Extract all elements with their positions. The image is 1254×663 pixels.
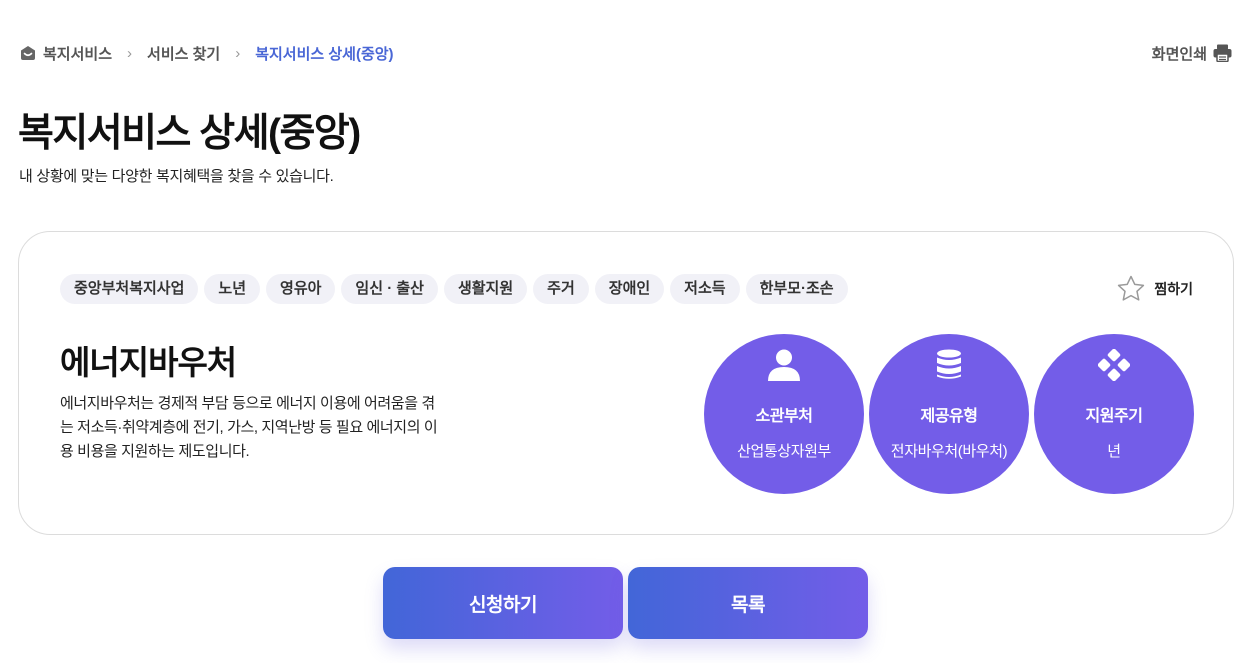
printer-icon xyxy=(1213,44,1232,62)
favorite-button[interactable]: 찜하기 xyxy=(1117,275,1193,302)
service-title: 에너지바우처 xyxy=(60,344,237,381)
tag-infant[interactable]: 영유아 xyxy=(266,274,336,304)
info-label: 소관부처 xyxy=(755,408,813,425)
home-icon xyxy=(21,46,35,60)
service-info-list: 소관부처 산업통상자원부 제공유형 전자바우처(바우처) 지원주기 년 xyxy=(704,334,1194,494)
print-button[interactable]: 화면인쇄 xyxy=(1152,43,1232,64)
page-subtitle: 내 상황에 맞는 다양한 복지혜택을 찾을 수 있습니다. xyxy=(19,168,334,185)
tag-housing[interactable]: 주거 xyxy=(533,274,589,304)
service-card: 중앙부처복지사업 노년 영유아 임신 · 출산 생활지원 주거 장애인 저소득 … xyxy=(18,231,1234,535)
breadcrumb-service-search[interactable]: 서비스 찾기 xyxy=(147,43,220,64)
list-button[interactable]: 목록 xyxy=(628,567,868,639)
tag-living-support[interactable]: 생활지원 xyxy=(443,274,528,304)
person-icon xyxy=(768,349,800,381)
breadcrumb: 복지서비스 › 서비스 찾기 › 복지서비스 상세(중앙) xyxy=(20,43,394,64)
info-provision-type: 제공유형 전자바우처(바우처) xyxy=(869,334,1029,494)
database-icon xyxy=(937,349,961,379)
top-bar: 복지서비스 › 서비스 찾기 › 복지서비스 상세(중앙) 화면인쇄 xyxy=(20,41,1232,65)
breadcrumb-label-1: 복지서비스 xyxy=(43,45,113,63)
info-label: 제공유형 xyxy=(920,408,978,425)
star-icon xyxy=(1118,275,1145,301)
tag-pregnancy[interactable]: 임신 · 출산 xyxy=(341,274,438,304)
tag-central-ministry[interactable]: 중앙부처복지사업 xyxy=(60,274,199,304)
chevron-right-icon: › xyxy=(127,44,133,62)
action-buttons: 신청하기 목록 xyxy=(383,567,868,639)
info-label: 지원주기 xyxy=(1085,408,1143,425)
breadcrumb-current[interactable]: 복지서비스 상세(중앙) xyxy=(255,43,393,64)
info-value: 년 xyxy=(1107,443,1121,460)
apply-button[interactable]: 신청하기 xyxy=(383,567,623,639)
cycle-icon xyxy=(1098,349,1130,381)
print-label: 화면인쇄 xyxy=(1151,45,1207,63)
info-support-cycle: 지원주기 년 xyxy=(1034,334,1194,494)
favorite-label: 찜하기 xyxy=(1154,280,1193,297)
tag-elderly[interactable]: 노년 xyxy=(204,274,261,304)
tag-single-parent[interactable]: 한부모·조손 xyxy=(745,274,848,304)
tag-disabled[interactable]: 장애인 xyxy=(594,274,665,304)
breadcrumb-label-3: 복지서비스 상세(중앙) xyxy=(255,45,394,63)
info-ministry: 소관부처 산업통상자원부 xyxy=(704,334,864,494)
info-value: 산업통상자원부 xyxy=(737,443,831,460)
page-title: 복지서비스 상세(중앙) xyxy=(18,112,361,155)
tag-list: 중앙부처복지사업 노년 영유아 임신 · 출산 생활지원 주거 장애인 저소득 … xyxy=(60,274,854,304)
service-description: 에너지바우처는 경제적 부담 등으로 에너지 이용에 어려움을 겪는 저소득·취… xyxy=(60,395,438,460)
breadcrumb-label-2: 서비스 찾기 xyxy=(147,45,221,63)
info-value: 전자바우처(바우처) xyxy=(890,443,1008,460)
tag-low-income[interactable]: 저소득 xyxy=(670,274,740,304)
chevron-right-icon: › xyxy=(235,44,241,62)
breadcrumb-home[interactable]: 복지서비스 xyxy=(20,43,112,64)
